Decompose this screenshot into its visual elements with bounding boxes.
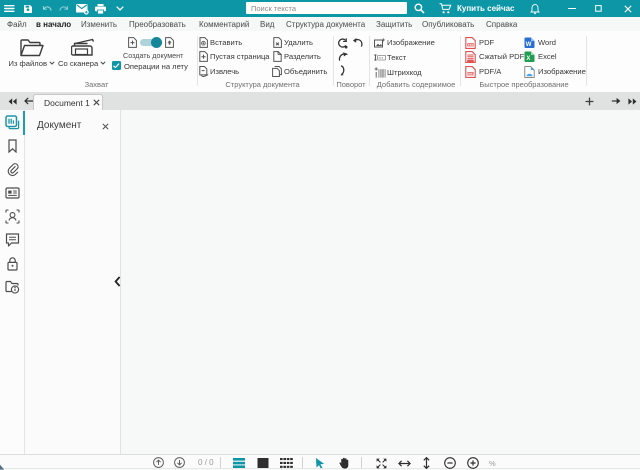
svg-text:X: X [526,56,530,62]
svg-text:PDFA: PDFA [468,72,475,76]
svg-text:W: W [526,42,532,48]
svg-text:PDF: PDF [468,43,474,47]
